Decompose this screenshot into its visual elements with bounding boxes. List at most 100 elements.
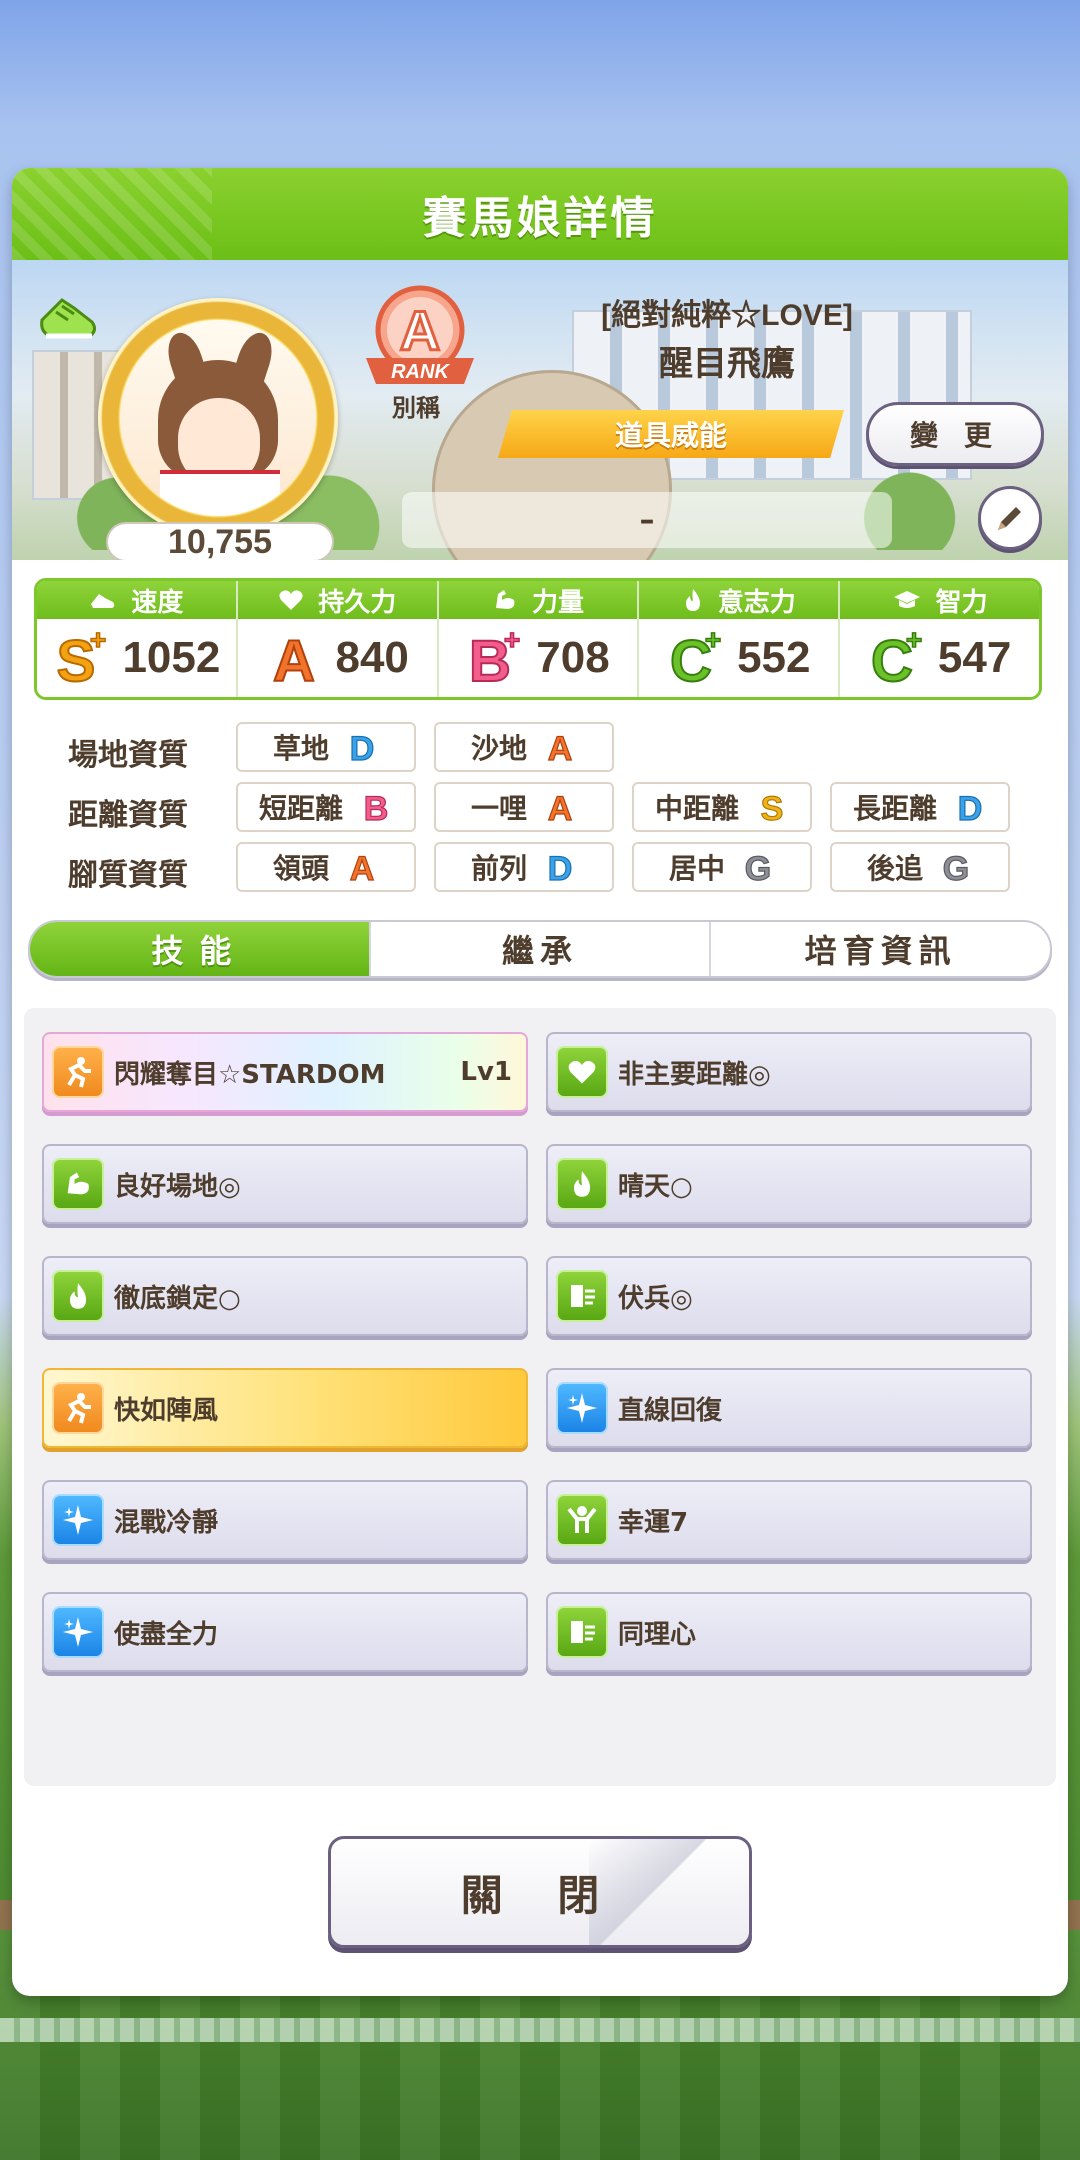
sparkle-icon [556, 1382, 608, 1434]
svg-text:A: A [548, 790, 573, 825]
skill-name: 非主要距離◎ [618, 1059, 771, 1090]
muscle-icon [495, 590, 515, 609]
title-slot: – [402, 492, 892, 548]
document-icon [556, 1270, 608, 1322]
aptitude-cell: 沙地 A [434, 722, 614, 772]
aptitude-cell: 居中 G [632, 842, 812, 892]
aptitude-track-row: 場地資質 草地 D 沙地 A [12, 722, 1068, 774]
skill-name: 閃耀奪目☆STARDOM [114, 1059, 386, 1090]
detail-tabs: 技能 繼承 培育資訊 [28, 920, 1052, 978]
aptitude-name: 長距離 [852, 792, 937, 825]
skill-item[interactable]: 良好場地◎ [42, 1144, 528, 1224]
skill-item[interactable]: 直線回復 [546, 1368, 1032, 1448]
tab-skills[interactable]: 技能 [30, 922, 371, 976]
aptitude-style-row: 腳質資質 領頭 A 前列 D 居中 G 後追 G [12, 842, 1068, 894]
skill-name: 同理心 [618, 1619, 697, 1650]
flame-icon [52, 1270, 104, 1322]
svg-text:B: B [364, 790, 389, 825]
aptitude-cell: 一哩 A [434, 782, 614, 832]
close-button[interactable]: 關 閉 [328, 1836, 752, 1948]
avatar[interactable] [98, 298, 338, 538]
stat-value: 1052 [122, 633, 221, 682]
character-name-block: [絕對純粹☆LOVE] 醒目飛鷹 [532, 290, 922, 385]
aptitude-name: 中距離 [654, 792, 739, 825]
stat-label: 速度 [131, 587, 184, 618]
flame-icon [556, 1158, 608, 1210]
aptitude-name: 居中 [668, 852, 725, 885]
rank-letter: A [400, 299, 440, 362]
skill-item[interactable]: 徹底鎖定○ [42, 1256, 528, 1336]
svg-text:D: D [958, 790, 983, 825]
skill-level: Lv1 [460, 1057, 512, 1087]
pencil-icon [998, 507, 1021, 530]
sparkle-icon [52, 1606, 104, 1658]
skill-item[interactable]: 混戰冷靜 [42, 1480, 528, 1560]
aptitude-name: 領頭 [272, 852, 329, 885]
skill-item[interactable]: 閃耀奪目☆STARDOM Lv1 [42, 1032, 528, 1112]
character-name: 醒目飛鷹 [659, 345, 795, 383]
panel-title: 賽馬娘詳情 [422, 194, 658, 243]
tab-inheritance[interactable]: 繼承 [371, 922, 712, 976]
stat-value: 708 [536, 633, 610, 682]
svg-text:+: + [906, 627, 922, 655]
panel-header: 賽馬娘詳情 [12, 168, 1068, 260]
skill-item[interactable]: 伏兵◎ [546, 1256, 1032, 1336]
aptitude-name: 草地 [272, 732, 329, 765]
grade-badge: A [273, 628, 317, 689]
svg-text:A: A [274, 629, 316, 689]
grade-badge: S + [56, 627, 107, 689]
grade-badge: B [363, 789, 389, 825]
character-epithet: [絕對純粹☆LOVE] [601, 299, 853, 332]
svg-text:+: + [705, 627, 721, 655]
stat-guts: 意志力 C + 552 [639, 581, 841, 697]
stats-table: 速度 S + 1052 持久力 A 840 力量 B + 708 意志力 C +… [34, 578, 1042, 700]
aptitude-distance-row: 距離資質 短距離 B 一哩 A 中距離 S 長距離 D [12, 782, 1068, 834]
skill-name: 伏兵◎ [618, 1283, 693, 1314]
skill-name: 使盡全力 [114, 1619, 219, 1650]
skills-list: 閃耀奪目☆STARDOM Lv1 非主要距離◎ 良好場地◎ 晴天○ 徹底鎖定○ … [24, 1008, 1056, 1786]
stat-label: 力量 [531, 587, 584, 618]
alias-label: 別稱 [392, 394, 440, 422]
tab-training-info[interactable]: 培育資訊 [711, 922, 1050, 976]
grade-badge: G [744, 849, 772, 885]
avatar-portrait [120, 320, 316, 516]
aptitude-name: 沙地 [470, 732, 527, 765]
skill-name: 徹底鎖定○ [114, 1283, 241, 1314]
skill-item[interactable]: 非主要距離◎ [546, 1032, 1032, 1112]
heart-icon [556, 1046, 608, 1098]
skill-name: 混戰冷靜 [114, 1507, 219, 1538]
aptitude-name: 短距離 [258, 792, 343, 825]
graduation-cap-icon [893, 591, 920, 608]
svg-text:A: A [548, 730, 573, 765]
svg-text:D: D [548, 850, 573, 885]
grade-badge: G [942, 849, 970, 885]
shoe-icon [91, 594, 115, 608]
edit-button[interactable] [978, 486, 1042, 550]
aptitude-cell: 中距離 S [632, 782, 812, 832]
grade-badge: D [547, 849, 573, 885]
runner-icon [52, 1382, 104, 1434]
skill-item[interactable]: 幸運7 [546, 1480, 1032, 1560]
svg-text:G: G [943, 850, 969, 885]
svg-text:+: + [90, 627, 106, 655]
cheer-icon [556, 1494, 608, 1546]
skill-item[interactable]: 使盡全力 [42, 1592, 528, 1672]
aptitude-cell: 後追 G [830, 842, 1010, 892]
stat-value: 552 [737, 633, 811, 682]
skill-name: 晴天○ [618, 1171, 693, 1202]
skill-item[interactable]: 晴天○ [546, 1144, 1032, 1224]
stat-value: 547 [937, 633, 1012, 682]
stat-label: 意志力 [717, 587, 796, 618]
skill-item[interactable]: 快如陣風 [42, 1368, 528, 1448]
background-rail [0, 2018, 1080, 2042]
skill-item[interactable]: 同理心 [546, 1592, 1032, 1672]
stat-value: 840 [335, 633, 409, 682]
svg-text:D: D [350, 730, 375, 765]
document-icon [556, 1606, 608, 1658]
profile-section: 10,755 A RANK 別稱 [絕對純粹☆LOVE] 醒目飛鷹 道具威能 變… [12, 260, 1068, 560]
stat-wisdom: 智力 C + 547 [840, 581, 1039, 697]
change-button[interactable]: 變 更 [866, 402, 1044, 466]
heart-icon [279, 590, 303, 610]
aptitude-label: 距離資質 [68, 798, 188, 833]
skill-name: 良好場地◎ [114, 1171, 241, 1202]
